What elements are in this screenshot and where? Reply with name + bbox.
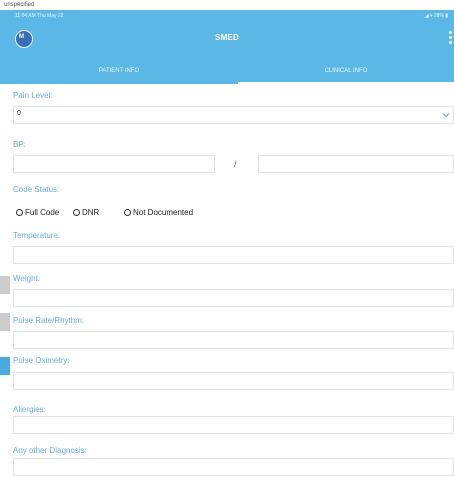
more-vertical-icon[interactable] (449, 30, 453, 46)
radio-full-code[interactable]: Full Code (16, 208, 59, 217)
radio-circle-icon (124, 209, 131, 216)
chevron-down-icon (442, 113, 450, 118)
temperature-input[interactable] (13, 246, 454, 264)
pain-level-value: 0 (17, 110, 21, 117)
weight-label: Weight: (13, 274, 40, 283)
pulse-rate-label: Pulse Rate/Rhythm: (13, 316, 85, 325)
code-status-label: Code Status: (13, 185, 60, 194)
radio-not-documented-label: Not Documented (133, 208, 194, 217)
tab-clinical-info[interactable]: CLINICAL INFO (238, 60, 454, 84)
radio-dnr-label: DNR (82, 208, 100, 217)
status-time-date: 11:04 AM Thu May 22 (15, 13, 64, 19)
pain-level-select[interactable]: 0 (13, 106, 454, 124)
pulse-rate-input[interactable] (13, 331, 454, 349)
side-edge-tab[interactable] (0, 357, 10, 375)
bp-label: BP: (13, 140, 26, 149)
bp-separator: / (234, 159, 237, 169)
side-edge-tab[interactable] (0, 313, 10, 331)
radio-full-code-label: Full Code (25, 208, 60, 217)
temperature-label: Temperature: (13, 231, 61, 240)
pulse-oximetry-input[interactable] (13, 372, 454, 390)
pain-level-label: Pain Level: (13, 91, 53, 100)
bp-diastolic-input[interactable] (258, 155, 454, 173)
side-edge-tab[interactable] (0, 276, 10, 294)
tab-bar: PATIENT INFO CLINICAL INFO (0, 60, 454, 84)
allergies-input[interactable] (13, 416, 454, 434)
weight-input[interactable] (13, 289, 454, 307)
radio-circle-icon (16, 209, 23, 216)
other-diagnosis-label: Any other Diagnosis: (13, 446, 87, 455)
radio-dnr[interactable]: DNR (73, 208, 99, 217)
app-header: 11:04 AM Thu May 22 ◢ ▾ 28% ▮ M SMED PAT… (0, 10, 454, 84)
caption-above: unspecified (0, 0, 454, 10)
radio-not-documented[interactable]: Not Documented (124, 208, 193, 217)
app-bar: M SMED (0, 24, 454, 58)
pulse-oximetry-label: Pulse Oximetry: (13, 356, 70, 365)
bp-systolic-input[interactable] (13, 155, 215, 173)
active-tab-indicator (238, 82, 454, 84)
radio-circle-icon (73, 209, 80, 216)
status-indicators: ◢ ▾ 28% ▮ (424, 13, 448, 19)
tab-patient-info[interactable]: PATIENT INFO (0, 60, 238, 84)
screen: unspecified 11:04 AM Thu May 22 ◢ ▾ 28% … (0, 0, 454, 477)
allergies-label: Allergies: (13, 405, 46, 414)
status-bar: 11:04 AM Thu May 22 ◢ ▾ 28% ▮ (0, 10, 454, 22)
app-title: SMED (215, 33, 239, 42)
other-diagnosis-input[interactable] (13, 458, 454, 476)
